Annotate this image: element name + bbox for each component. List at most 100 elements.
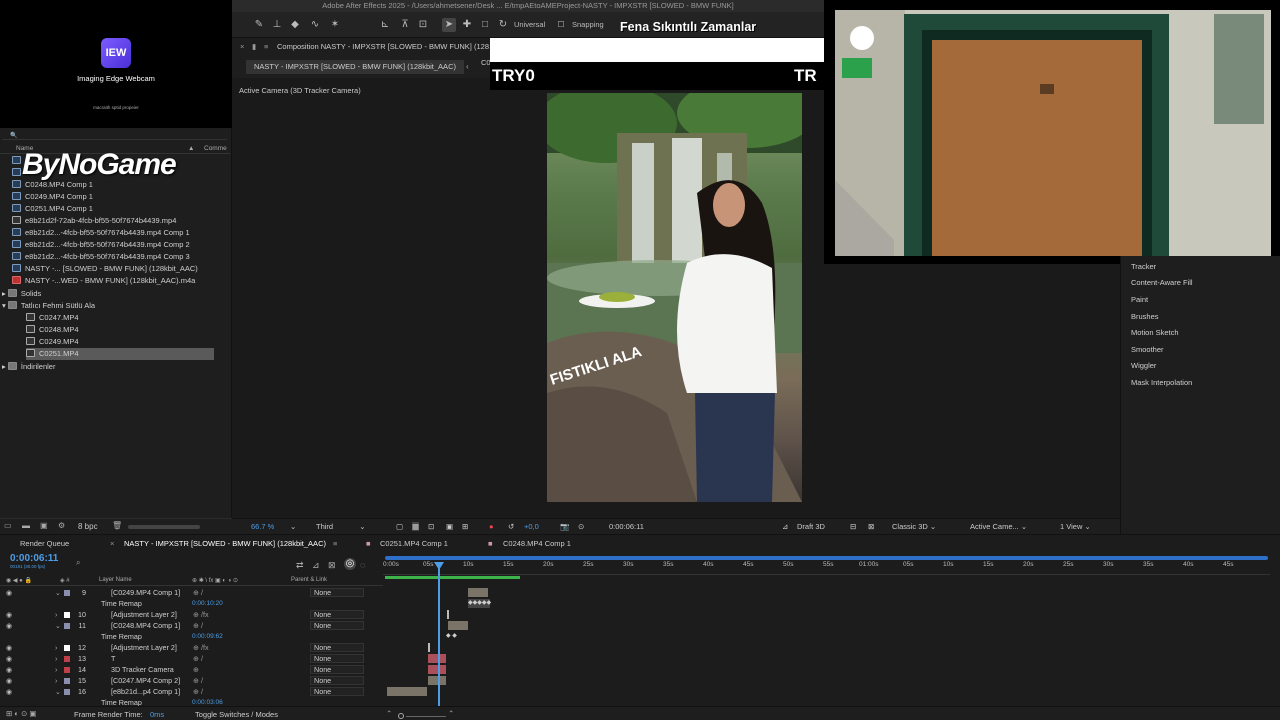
eye-icon[interactable]: ◉	[6, 642, 12, 653]
parent-select[interactable]: None	[310, 676, 364, 685]
layer-row[interactable]: ◉ › 12 [Adjustment Layer 2] ⊕ /fx None	[0, 642, 383, 653]
selection-tool-icon[interactable]: ➤	[442, 18, 456, 32]
axis-view-icon[interactable]: ⊡	[416, 18, 430, 32]
layer-bar[interactable]	[468, 588, 488, 597]
bpc-label[interactable]: 8 bpc	[78, 522, 98, 531]
layer-bar[interactable]	[447, 610, 449, 619]
property-row[interactable]: Time Remap 0:00:10:20	[0, 598, 383, 609]
layer-bar[interactable]	[428, 676, 446, 685]
current-time[interactable]: 0:00:06:11	[609, 522, 644, 531]
3d-view-icon[interactable]: ⊟	[850, 522, 856, 531]
folder-new-icon[interactable]: ▬	[22, 521, 30, 530]
shy-icon[interactable]: ⊠	[328, 560, 336, 571]
lock-icon[interactable]: ▮	[252, 38, 256, 56]
time-ruler[interactable]: 0:00s 05s 10s 15s 20s 25s 30s 35s 40s 45…	[383, 560, 1270, 575]
panel-wiggler[interactable]: Wiggler	[1131, 361, 1156, 370]
view-layout-select[interactable]: 1 View ⌄	[1060, 522, 1108, 531]
exposure-reset-icon[interactable]: ↺	[508, 522, 514, 531]
layer-bar[interactable]	[428, 654, 446, 663]
project-item[interactable]: C0251.MP4 Comp 1	[12, 203, 93, 215]
zoom-in-icon[interactable]: ⌃	[448, 709, 454, 718]
composition-tab[interactable]: Composition NASTY - IMPXSTR [SLOWED - BM…	[277, 38, 489, 56]
parent-select[interactable]: None	[310, 665, 364, 674]
playhead-line[interactable]	[438, 562, 440, 706]
keyframe-group[interactable]: ◆◆◆◆◆	[468, 599, 491, 608]
col-comment[interactable]: Comme	[204, 145, 227, 152]
draft-3d-label[interactable]: Draft 3D	[797, 522, 825, 531]
zoom-slider-handle[interactable]	[398, 713, 404, 719]
search-icon[interactable]: ⌕	[76, 558, 80, 568]
layer-bar[interactable]	[387, 687, 427, 696]
axis-local-icon[interactable]: ⊾	[378, 18, 392, 32]
property-row[interactable]: Time Remap 0:00:09:62	[0, 631, 383, 642]
switches[interactable]: ⊕	[193, 664, 199, 675]
toggle-switches-modes[interactable]: Toggle Switches / Modes	[195, 710, 278, 719]
eye-icon[interactable]: ◉	[6, 587, 12, 598]
parent-select[interactable]: None	[310, 654, 364, 663]
col-layer-name[interactable]: Layer Name	[99, 577, 132, 583]
label-color[interactable]	[64, 590, 70, 596]
snapping-label[interactable]: Snapping	[572, 20, 604, 29]
parent-select[interactable]: None	[310, 643, 364, 652]
eye-icon[interactable]: ◉	[6, 686, 12, 697]
eye-icon[interactable]: ◉	[6, 620, 12, 631]
chevron-down-icon[interactable]: ▾	[2, 301, 8, 310]
col-parent[interactable]: Parent & Link	[291, 577, 327, 583]
composition-viewer[interactable]: FISTIKLI ALA	[547, 93, 802, 502]
eye-icon[interactable]: ◉	[6, 675, 12, 686]
parent-select[interactable]: None	[310, 687, 364, 696]
layer-row[interactable]: ◉ › 15 [C0247.MP4 Comp 2] ⊕ / None	[0, 675, 383, 686]
axis-world-icon[interactable]: ⊼	[398, 18, 412, 32]
3d-ground-icon[interactable]: ⊠	[868, 522, 874, 531]
interpret-icon[interactable]: ▭	[4, 521, 12, 530]
project-item[interactable]: e8b21d2...-4fcb-bf55-50f7674b4439.mp4 Co…	[12, 251, 190, 263]
layer-bar[interactable]	[448, 621, 468, 630]
parent-select[interactable]: None	[310, 610, 364, 619]
panel-motion-sketch[interactable]: Motion Sketch	[1131, 328, 1179, 337]
shape-tool-icon[interactable]: □	[478, 18, 492, 32]
label-color[interactable]	[64, 645, 70, 651]
draft-3d-icon[interactable]: ⊿	[782, 522, 788, 531]
switches[interactable]: ⊕ /	[193, 587, 203, 598]
footer-icons[interactable]: ⊞ ◐ ⊙ ▣	[6, 709, 36, 718]
resolution-select[interactable]: Third ⌄	[316, 522, 376, 531]
snapshot-icon[interactable]: 📷	[560, 522, 569, 531]
eye-icon[interactable]: ◉	[6, 653, 12, 664]
hand-tool-icon[interactable]: ✚	[460, 18, 474, 32]
layer-bar[interactable]	[428, 643, 430, 652]
transparency-grid-icon[interactable]: ▦	[412, 522, 420, 531]
label-color[interactable]	[64, 656, 70, 662]
project-item[interactable]: e8b21d2...-4fcb-bf55-50f7674b4439.mp4 Co…	[12, 239, 190, 251]
layer-row[interactable]: ◉ › 14 3D Tracker Camera ⊕ None	[0, 664, 383, 675]
thumbnail-slider[interactable]	[128, 525, 200, 529]
layer-row[interactable]: ◉ ⌄ 11 [C0248.MP4 Comp 1] ⊕ / None	[0, 620, 383, 631]
chevron-right-icon[interactable]: ▸	[2, 289, 8, 298]
project-item[interactable]: NASTY -...WED - BMW FUNK] (128kbit_AAC).…	[12, 275, 195, 287]
stamp-icon[interactable]: ⊥	[270, 18, 284, 32]
grid-icon[interactable]: ⊞	[462, 522, 468, 531]
chevron-down-icon[interactable]: ⌄	[290, 522, 296, 531]
switches[interactable]: ⊕ /	[193, 675, 203, 686]
project-item[interactable]: e8b21d2...-4fcb-bf55-50f7674b4439.mp4 Co…	[12, 227, 190, 239]
layer-row[interactable]: ◉ › 10 [Adjustment Layer 2] ⊕ /fx None	[0, 609, 383, 620]
chevron-right-icon[interactable]: ›	[55, 664, 57, 675]
zoom-out-icon[interactable]: ⌃	[386, 709, 392, 718]
roto-brush-icon[interactable]: ∿	[308, 18, 322, 32]
timeline-timecode[interactable]: 0:00:06:11	[10, 553, 58, 564]
label-color[interactable]	[64, 678, 70, 684]
panel-content-aware-fill[interactable]: Content-Aware Fill	[1131, 278, 1193, 287]
mask-icon[interactable]: ⊡	[428, 522, 434, 531]
label-color[interactable]	[64, 689, 70, 695]
universal-label[interactable]: Universal	[514, 20, 545, 29]
new-comp-icon[interactable]: ▣	[40, 521, 48, 530]
project-item[interactable]: e8b21d2f-72ab-4fcb-bf55-50f7674b4439.mp4	[12, 215, 176, 227]
motion-blur-icon[interactable]: ◎	[344, 558, 356, 570]
chevron-down-icon[interactable]: ⌄	[55, 587, 61, 598]
panel-tracker[interactable]: Tracker	[1131, 262, 1156, 271]
parent-select[interactable]: None	[310, 621, 364, 630]
switches[interactable]: ⊕ /	[193, 620, 203, 631]
switches[interactable]: ⊕ /	[193, 653, 203, 664]
label-color[interactable]	[64, 667, 70, 673]
project-item[interactable]: C0248.MP4	[26, 324, 79, 336]
project-item[interactable]: C0249.MP4 Comp 1	[12, 191, 93, 203]
